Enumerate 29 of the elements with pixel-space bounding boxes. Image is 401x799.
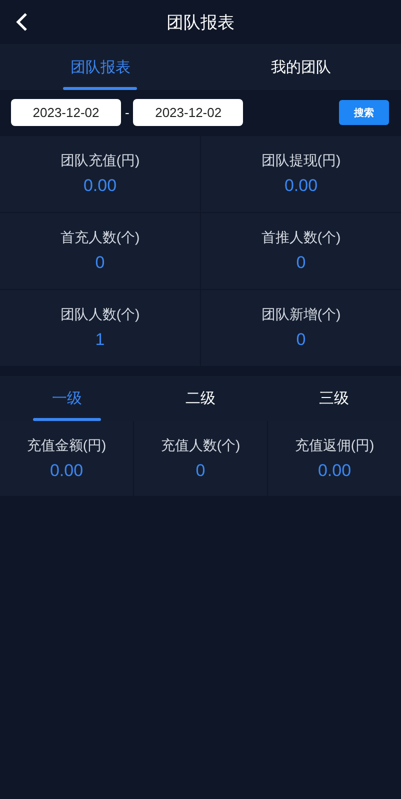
tab[interactable]: 团队报表 — [0, 44, 200, 90]
start-date-field[interactable]: 2023-12-02 — [11, 99, 121, 126]
level-tab[interactable]: 二级 — [134, 376, 268, 421]
stat-value: 0.00 — [284, 176, 318, 196]
stat-value: 0 — [196, 460, 206, 480]
stat-label: 充值金额(円) — [26, 436, 106, 454]
stat-label: 团队提现(円) — [261, 152, 341, 170]
stat-value: 0.00 — [83, 176, 117, 196]
stat-value: 0.00 — [50, 460, 84, 480]
stat-value: 0 — [296, 330, 306, 350]
level-tab[interactable]: 一级 — [0, 376, 134, 421]
page-title: 团队报表 — [166, 12, 234, 34]
tab[interactable]: 我的团队 — [200, 44, 401, 90]
stat-value: 0.00 — [318, 460, 352, 480]
stat-label: 团队新增(个) — [261, 306, 341, 324]
stat-value: 0 — [95, 253, 105, 273]
end-date-field[interactable]: 2023-12-02 — [133, 99, 244, 126]
stat-label: 充值返佣(円) — [294, 436, 374, 454]
back-icon[interactable] — [16, 12, 28, 32]
stat-label: 团队人数(个) — [60, 306, 140, 324]
stat-label: 充值人数(个) — [160, 436, 240, 454]
stat-label: 团队充值(円) — [60, 152, 140, 170]
stat-label: 首推人数(个) — [261, 229, 341, 247]
stat-value: 1 — [95, 330, 105, 350]
level-tab[interactable]: 三级 — [267, 376, 401, 421]
stat-value: 0 — [296, 253, 306, 273]
search-button[interactable]: 搜索 — [339, 100, 389, 125]
stat-label: 首充人数(个) — [60, 229, 140, 247]
date-separator: - — [125, 105, 130, 120]
